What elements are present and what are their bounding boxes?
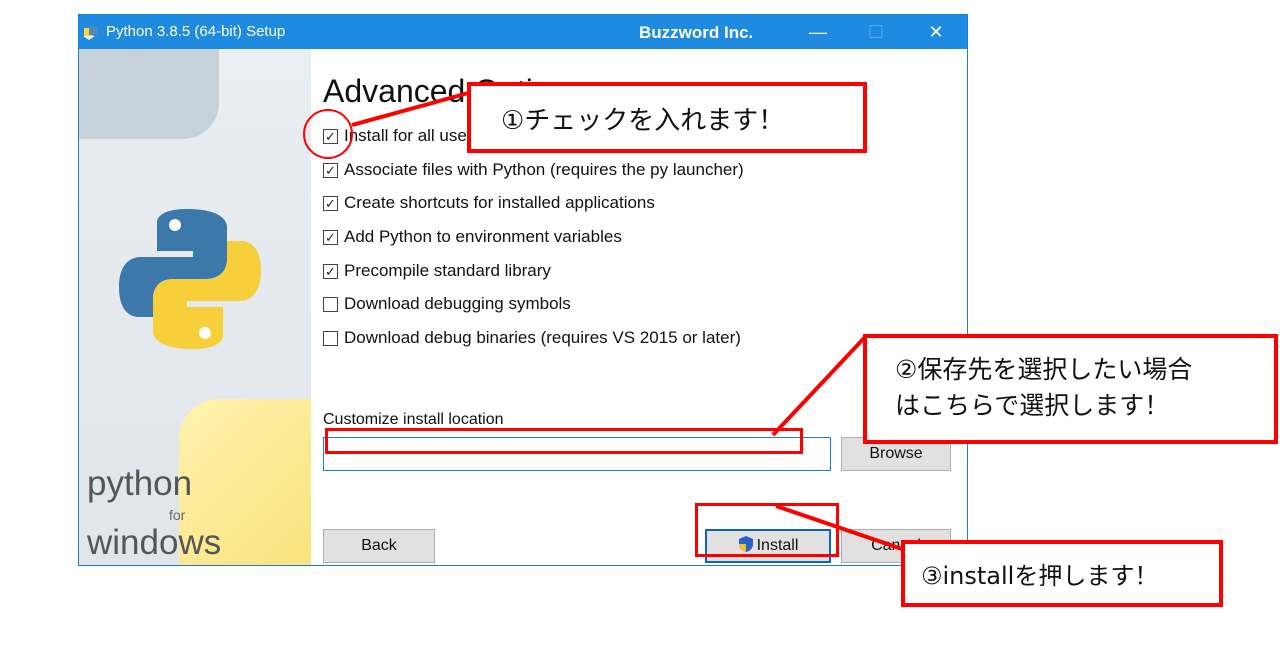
sidebar-brand-windows: windows bbox=[87, 523, 222, 562]
publisher-label: Buzzword Inc. bbox=[639, 23, 754, 42]
checkbox[interactable]: ✓ bbox=[323, 229, 338, 245]
annotation-step2-line2: はこちらで選択します！ bbox=[895, 391, 1170, 420]
title-bar: Python 3.8.5 (64-bit) Setup Buzzword Inc… bbox=[79, 15, 967, 49]
option-create-shortcuts[interactable]: ✓ Create shortcuts for installed applica… bbox=[323, 191, 655, 215]
option-debug-binaries[interactable]: Download debug binaries (requires VS 201… bbox=[323, 326, 741, 350]
checkbox[interactable]: ✓ bbox=[323, 195, 338, 211]
option-label: Download debug binaries (requires VS 201… bbox=[344, 328, 741, 347]
close-button[interactable]: ✕ bbox=[913, 15, 959, 49]
python-logo-icon bbox=[119, 209, 261, 349]
sidebar-decor-shape bbox=[79, 49, 219, 139]
installer-sidebar-art: python for windows bbox=[79, 49, 311, 565]
option-label: Download debugging symbols bbox=[344, 294, 571, 313]
checkbox[interactable]: ✓ bbox=[323, 263, 338, 279]
annotation-step2: ②保存先を選択したい場合 はこちらで選択します！ bbox=[863, 334, 1278, 444]
option-debug-symbols[interactable]: Download debugging symbols bbox=[323, 292, 571, 316]
screenshot-stage: Python 3.8.5 (64-bit) Setup Buzzword Inc… bbox=[0, 0, 1280, 646]
window-title: Python 3.8.5 (64-bit) Setup bbox=[106, 23, 286, 40]
option-add-to-path[interactable]: ✓ Add Python to environment variables bbox=[323, 225, 622, 249]
option-associate-files[interactable]: ✓ Associate files with Python (requires … bbox=[323, 158, 744, 182]
checkbox[interactable]: ✓ bbox=[323, 162, 338, 178]
install-button-highlight bbox=[695, 503, 839, 557]
sidebar-brand-for: for bbox=[169, 507, 186, 523]
minimize-button[interactable]: — bbox=[795, 15, 841, 49]
annotation-step2-line1: ②保存先を選択したい場合 bbox=[895, 355, 1193, 384]
option-label: Precompile standard library bbox=[344, 261, 551, 280]
sidebar-brand-python: python bbox=[87, 464, 193, 503]
option-precompile-stdlib[interactable]: ✓ Precompile standard library bbox=[323, 259, 551, 283]
install-location-label: Customize install location bbox=[323, 411, 504, 428]
maximize-button[interactable]: ☐ bbox=[853, 15, 899, 49]
option-label: Associate files with Python (requires th… bbox=[344, 160, 744, 179]
checkbox[interactable] bbox=[323, 330, 338, 346]
checkbox[interactable] bbox=[323, 296, 338, 312]
annotation-step1: ①チェックを入れます！ bbox=[467, 82, 867, 153]
option-label: Add Python to environment variables bbox=[344, 227, 622, 246]
python-installer-icon bbox=[83, 26, 98, 40]
annotation-step3: ③installを押します！ bbox=[901, 540, 1223, 607]
back-button[interactable]: Back bbox=[323, 529, 435, 563]
option-label: Create shortcuts for installed applicati… bbox=[344, 193, 655, 212]
option-label: Install for all users bbox=[344, 126, 481, 145]
checkbox-highlight-circle bbox=[303, 109, 353, 159]
location-input-highlight bbox=[325, 428, 803, 454]
